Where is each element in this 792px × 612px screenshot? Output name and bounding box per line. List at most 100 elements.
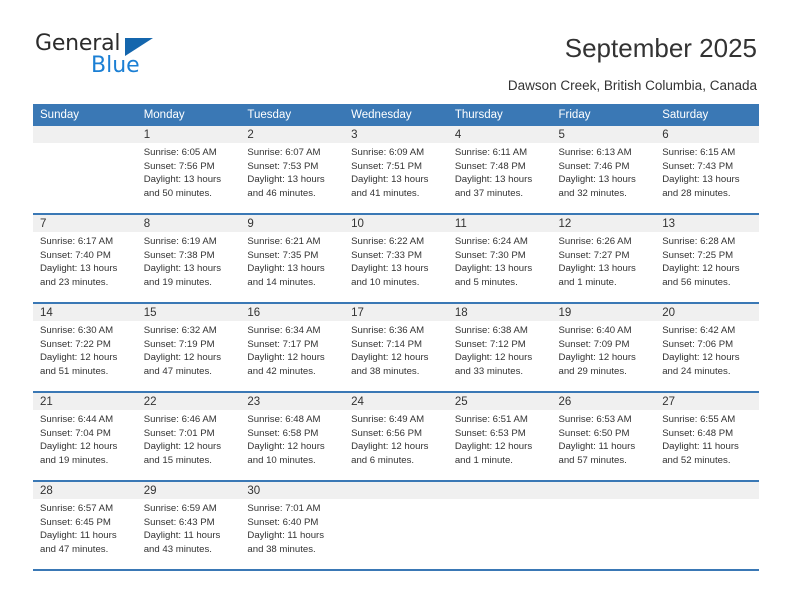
sunset-text: Sunset: 7:40 PM (40, 249, 111, 261)
daylight-text-line1: Daylight: 12 hours (662, 352, 740, 364)
general-blue-logo[interactable]: General Blue (35, 33, 165, 83)
day-cell-6[interactable]: Sunrise: 6:15 AM Sunset: 7:43 PM Daylight:… (655, 143, 759, 213)
daylight-text-line2: and 29 minutes. (558, 365, 627, 377)
day-cell-7[interactable]: Sunrise: 6:17 AM Sunset: 7:40 PM Daylight:… (33, 232, 137, 302)
daylight-text-line1: Daylight: 13 hours (558, 263, 636, 275)
day-number-30[interactable]: 30 (240, 482, 345, 499)
sunset-text: Sunset: 7:51 PM (351, 160, 423, 172)
daylight-text-line1: Daylight: 13 hours (662, 174, 740, 186)
sunrise-text: Sunrise: 6:15 AM (662, 147, 736, 158)
week-info-row: Sunrise: 6:17 AM Sunset: 7:40 PM Daylight:… (33, 232, 759, 302)
day-number-12[interactable]: 12 (551, 215, 656, 232)
day-cell-13[interactable]: Sunrise: 6:28 AM Sunset: 7:25 PM Daylight:… (655, 232, 759, 302)
day-number-empty (655, 482, 759, 499)
sunset-text: Sunset: 7:35 PM (247, 249, 319, 261)
sunrise-text: Sunrise: 6:34 AM (247, 325, 321, 336)
sunset-text: Sunset: 7:25 PM (662, 249, 734, 261)
day-cell-27[interactable]: Sunrise: 6:55 AM Sunset: 6:48 PM Daylight:… (655, 410, 759, 480)
day-number-5[interactable]: 5 (551, 126, 656, 143)
day-cell-14[interactable]: Sunrise: 6:30 AM Sunset: 7:22 PM Daylight:… (33, 321, 137, 391)
day-cell-3[interactable]: Sunrise: 6:09 AM Sunset: 7:51 PM Daylight:… (344, 143, 448, 213)
day-number-22[interactable]: 22 (136, 393, 241, 410)
sunrise-text: Sunrise: 6:22 AM (351, 236, 425, 247)
day-number-3[interactable]: 3 (344, 126, 448, 143)
daylight-text-line2: and 56 minutes. (662, 276, 731, 288)
daylight-text-line2: and 24 minutes. (662, 365, 731, 377)
day-cell-21[interactable]: Sunrise: 6:44 AM Sunset: 7:04 PM Daylight:… (33, 410, 137, 480)
sunrise-text: Sunrise: 6:55 AM (662, 414, 736, 425)
day-cell-24[interactable]: Sunrise: 6:49 AM Sunset: 6:56 PM Daylight:… (344, 410, 448, 480)
sunrise-text: Sunrise: 6:21 AM (247, 236, 321, 247)
day-cell-5[interactable]: Sunrise: 6:13 AM Sunset: 7:46 PM Daylight:… (551, 143, 656, 213)
sunrise-text: Sunrise: 6:05 AM (143, 147, 217, 158)
daylight-text-line1: Daylight: 12 hours (558, 352, 636, 364)
day-number-23[interactable]: 23 (240, 393, 345, 410)
sunrise-text: Sunrise: 6:11 AM (454, 147, 528, 158)
day-number-28[interactable]: 28 (33, 482, 137, 499)
day-number-26[interactable]: 26 (551, 393, 656, 410)
day-cell-29[interactable]: Sunrise: 6:59 AM Sunset: 6:43 PM Daylight:… (136, 499, 241, 569)
day-cell-10[interactable]: Sunrise: 6:22 AM Sunset: 7:33 PM Daylight:… (344, 232, 448, 302)
day-number-11[interactable]: 11 (447, 215, 552, 232)
day-number-21[interactable]: 21 (33, 393, 137, 410)
weekday-header-friday: Friday (551, 104, 656, 126)
day-number-18[interactable]: 18 (447, 304, 552, 321)
day-number-13[interactable]: 13 (655, 215, 759, 232)
day-cell-19[interactable]: Sunrise: 6:40 AM Sunset: 7:09 PM Daylight:… (551, 321, 656, 391)
sunset-text: Sunset: 7:14 PM (351, 338, 423, 350)
day-number-1[interactable]: 1 (136, 126, 241, 143)
day-cell-23[interactable]: Sunrise: 6:48 AM Sunset: 6:58 PM Daylight:… (240, 410, 345, 480)
daylight-text-line2: and 38 minutes. (247, 543, 316, 555)
daylight-text-line2: and 33 minutes. (454, 365, 524, 377)
sunrise-text: Sunrise: 6:07 AM (247, 147, 321, 158)
day-cell-2[interactable]: Sunrise: 6:07 AM Sunset: 7:53 PM Daylight:… (240, 143, 345, 213)
day-number-19[interactable]: 19 (551, 304, 656, 321)
sunset-text: Sunset: 6:50 PM (558, 427, 630, 439)
day-cell-9[interactable]: Sunrise: 6:21 AM Sunset: 7:35 PM Daylight:… (240, 232, 345, 302)
day-number-7[interactable]: 7 (33, 215, 137, 232)
day-number-9[interactable]: 9 (240, 215, 345, 232)
day-number-17[interactable]: 17 (344, 304, 448, 321)
day-cell-20[interactable]: Sunrise: 6:42 AM Sunset: 7:06 PM Daylight:… (655, 321, 759, 391)
day-cell-16[interactable]: Sunrise: 6:34 AM Sunset: 7:17 PM Daylight:… (240, 321, 345, 391)
day-cell-11[interactable]: Sunrise: 6:24 AM Sunset: 7:30 PM Daylight:… (447, 232, 552, 302)
sunset-text: Sunset: 7:30 PM (454, 249, 526, 261)
daylight-text-line2: and 15 minutes. (143, 454, 212, 466)
day-cell-18[interactable]: Sunrise: 6:38 AM Sunset: 7:12 PM Daylight:… (447, 321, 552, 391)
day-cell-4[interactable]: Sunrise: 6:11 AM Sunset: 7:48 PM Daylight:… (447, 143, 552, 213)
day-number-6[interactable]: 6 (655, 126, 759, 143)
sunrise-text: Sunrise: 6:38 AM (454, 325, 528, 336)
day-cell-25[interactable]: Sunrise: 6:51 AM Sunset: 6:53 PM Daylight:… (447, 410, 552, 480)
day-cell-12[interactable]: Sunrise: 6:26 AM Sunset: 7:27 PM Daylight:… (551, 232, 656, 302)
day-cell-22[interactable]: Sunrise: 6:46 AM Sunset: 7:01 PM Daylight:… (136, 410, 241, 480)
weekday-header-monday: Monday (136, 104, 241, 126)
day-number-24[interactable]: 24 (344, 393, 448, 410)
day-number-15[interactable]: 15 (136, 304, 241, 321)
day-cell-17[interactable]: Sunrise: 6:36 AM Sunset: 7:14 PM Daylight:… (344, 321, 448, 391)
day-cell-26[interactable]: Sunrise: 6:53 AM Sunset: 6:50 PM Daylight:… (551, 410, 656, 480)
sunset-text: Sunset: 7:17 PM (247, 338, 319, 350)
daylight-text-line2: and 41 minutes. (351, 187, 420, 199)
day-number-25[interactable]: 25 (447, 393, 552, 410)
day-number-4[interactable]: 4 (447, 126, 552, 143)
week-daynumber-row: 7 8 9 10 11 12 13 (33, 215, 759, 232)
day-number-29[interactable]: 29 (136, 482, 241, 499)
day-cell-15[interactable]: Sunrise: 6:32 AM Sunset: 7:19 PM Daylight:… (136, 321, 241, 391)
day-number-14[interactable]: 14 (33, 304, 137, 321)
day-number-10[interactable]: 10 (344, 215, 448, 232)
day-number-2[interactable]: 2 (240, 126, 345, 143)
daylight-text-line1: Daylight: 11 hours (662, 441, 739, 453)
day-number-20[interactable]: 20 (655, 304, 759, 321)
daylight-text-line1: Daylight: 11 hours (40, 530, 117, 542)
day-number-8[interactable]: 8 (136, 215, 241, 232)
sunrise-text: Sunrise: 6:53 AM (558, 414, 632, 425)
daylight-text-line2: and 43 minutes. (143, 543, 212, 555)
sunrise-text: Sunrise: 6:32 AM (143, 325, 217, 336)
day-cell-30[interactable]: Sunrise: 7:01 AM Sunset: 6:40 PM Daylight:… (240, 499, 345, 569)
day-number-27[interactable]: 27 (655, 393, 759, 410)
day-cell-28[interactable]: Sunrise: 6:57 AM Sunset: 6:45 PM Daylight:… (33, 499, 137, 569)
day-cell-8[interactable]: Sunrise: 6:19 AM Sunset: 7:38 PM Daylight:… (136, 232, 241, 302)
day-cell-1[interactable]: Sunrise: 6:05 AM Sunset: 7:56 PM Daylight:… (136, 143, 241, 213)
day-number-16[interactable]: 16 (240, 304, 345, 321)
daylight-text-line2: and 1 minute. (558, 276, 617, 288)
